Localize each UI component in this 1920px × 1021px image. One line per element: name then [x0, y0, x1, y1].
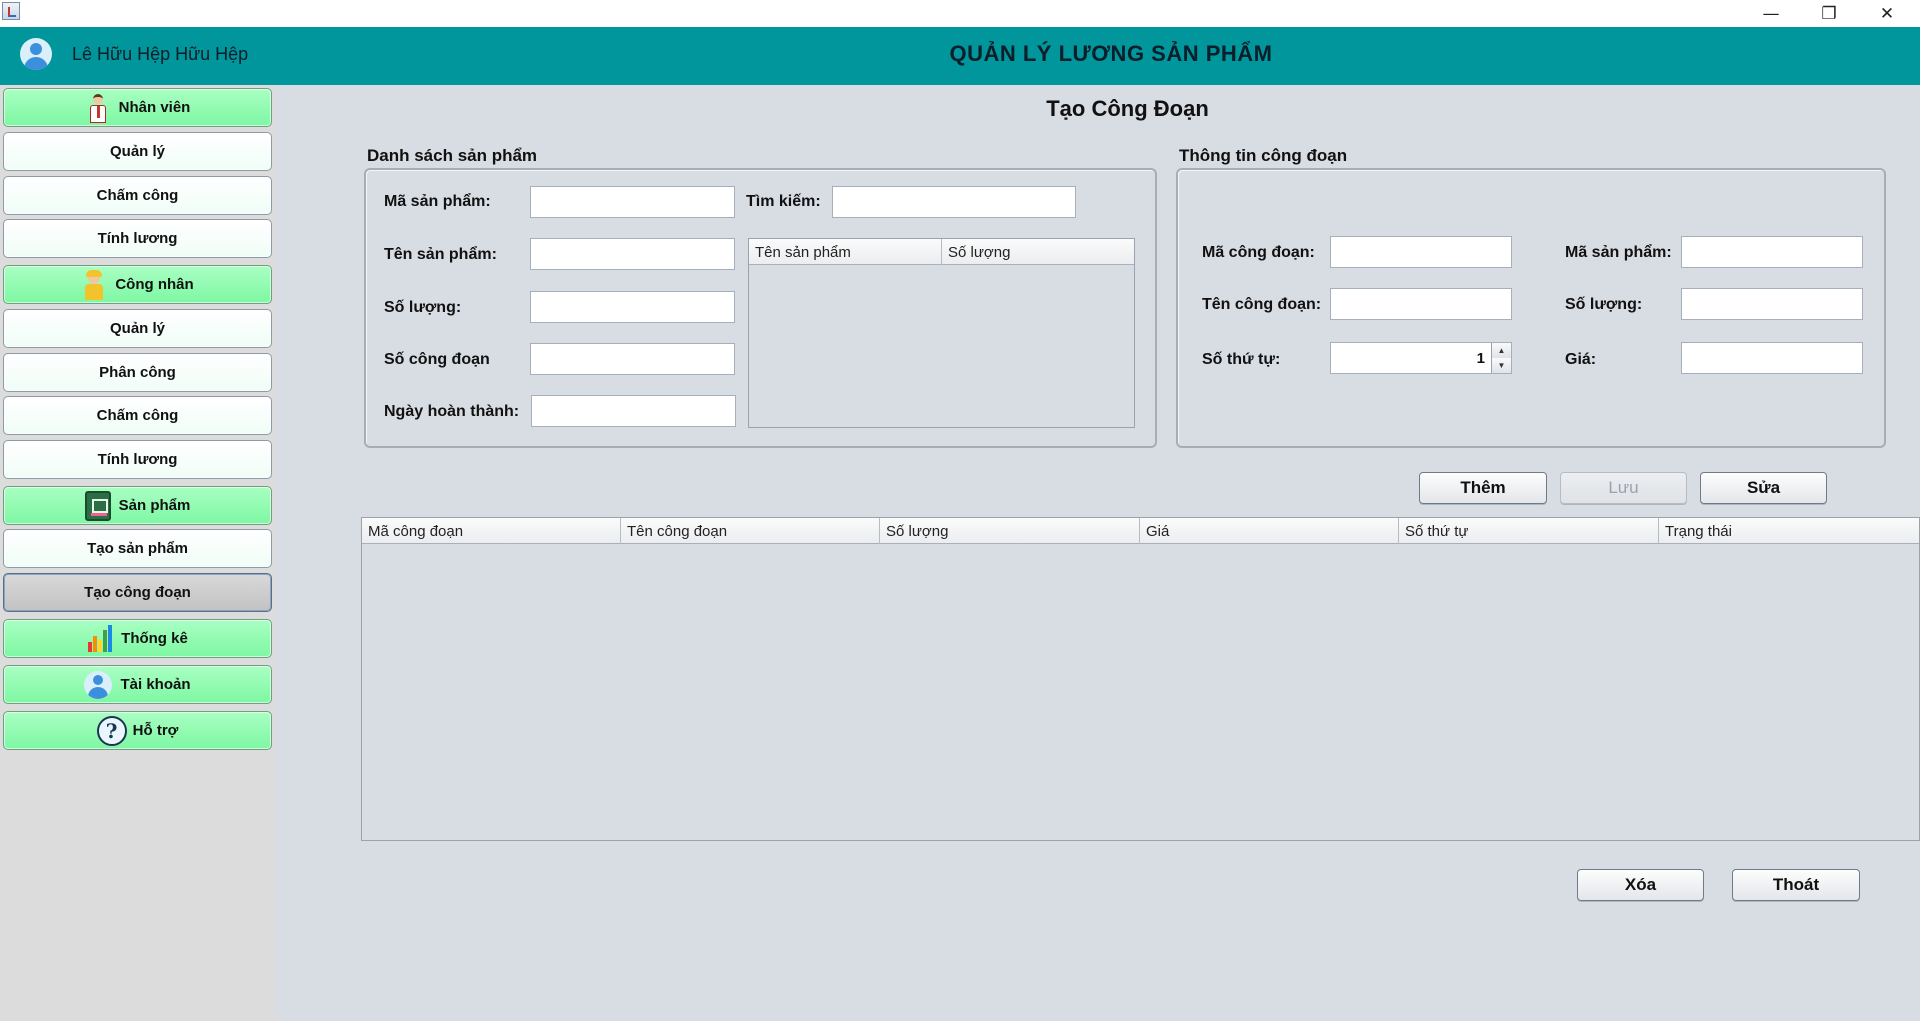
stage-count-label: Số công đoạn	[384, 351, 490, 368]
nav-label: Hỗ trợ	[132, 722, 179, 739]
page-title: Tạo Công Đoạn	[1046, 96, 1209, 121]
price-input[interactable]	[1681, 342, 1863, 374]
column-header[interactable]: Số lượng	[880, 518, 1140, 544]
order-value[interactable]: 1	[1477, 350, 1485, 367]
column-header[interactable]: Tên sản phẩm	[749, 239, 942, 265]
product-name-input[interactable]	[530, 238, 735, 270]
account-icon	[84, 670, 113, 699]
nav-employee-salary[interactable]: Tính lương	[3, 219, 272, 258]
stage-code-label: Mã công đoạn:	[1202, 244, 1315, 261]
column-header[interactable]: Trạng thái	[1659, 518, 1919, 544]
nav-label: Công nhân	[115, 276, 194, 293]
nav-label: Tính lương	[97, 451, 178, 468]
search-label: Tìm kiếm:	[746, 193, 821, 210]
price-label: Giá:	[1565, 351, 1597, 368]
order-label: Số thứ tự:	[1202, 351, 1281, 368]
stage-table-header: Mã công đoạn Tên công đoạn Số lượng Giá …	[362, 518, 1919, 544]
worker-icon	[81, 269, 107, 300]
product-name-label: Tên sản phẩm:	[384, 246, 497, 263]
stage-name-input[interactable]	[1330, 288, 1512, 320]
column-header[interactable]: Giá	[1140, 518, 1399, 544]
search-input[interactable]	[832, 186, 1076, 218]
quantity-input[interactable]	[530, 291, 735, 323]
nav-create-product[interactable]: Tạo sản phẩm	[3, 529, 272, 568]
bar-chart-icon	[87, 624, 113, 654]
help-icon: ?	[96, 715, 127, 746]
sidebar: Nhân viên Quản lý Chấm công Tính lương C…	[0, 85, 275, 1021]
column-header[interactable]: Mã công đoạn	[362, 518, 621, 544]
nav-label: Phân công	[99, 364, 176, 381]
nav-label: Tạo công đoạn	[84, 584, 191, 601]
edit-button[interactable]: Sửa	[1700, 472, 1827, 504]
nav-label: Quản lý	[109, 320, 165, 337]
delete-button[interactable]: Xóa	[1577, 869, 1704, 901]
stage-quantity-label: Số lượng:	[1565, 296, 1643, 313]
product-table[interactable]: Tên sản phẩm Số lượng	[748, 238, 1135, 428]
nav-employee-attendance[interactable]: Chấm công	[3, 176, 272, 215]
minimize-button[interactable]: —	[1742, 0, 1800, 27]
stage-product-code-input[interactable]	[1681, 236, 1863, 268]
product-code-input[interactable]	[530, 186, 735, 218]
spinner-down-icon[interactable]: ▼	[1491, 358, 1511, 373]
nav-label: Chấm công	[96, 407, 179, 424]
nav-account[interactable]: Tài khoản	[3, 665, 272, 704]
nav-label: Tạo sản phẩm	[87, 540, 188, 557]
add-button[interactable]: Thêm	[1419, 472, 1547, 504]
nav-worker-assign[interactable]: Phân công	[3, 353, 272, 392]
nav-statistics[interactable]: Thống kê	[3, 619, 272, 658]
nav-label: Quản lý	[109, 143, 165, 160]
nav-worker-salary[interactable]: Tính lương	[3, 440, 272, 479]
exit-button[interactable]: Thoát	[1732, 869, 1860, 901]
restore-button[interactable]: ❐	[1800, 0, 1858, 27]
product-icon	[84, 490, 111, 521]
app-title: QUẢN LÝ LƯƠNG SẢN PHẨM	[949, 41, 1273, 66]
stage-info-title: Thông tin công đoạn	[1179, 146, 1348, 165]
order-spinner[interactable]: 1 ▲ ▼	[1330, 342, 1512, 374]
nav-label: Tài khoản	[120, 676, 191, 693]
stage-product-code-label: Mã sản phẩm:	[1565, 244, 1672, 261]
spinner-up-icon[interactable]: ▲	[1491, 343, 1511, 358]
nav-label: Chấm công	[96, 187, 179, 204]
product-table-header: Tên sản phẩm Số lượng	[749, 239, 1134, 265]
stage-table[interactable]: Mã công đoạn Tên công đoạn Số lượng Giá …	[361, 517, 1920, 841]
close-button[interactable]: ✕	[1858, 0, 1916, 27]
stage-name-label: Tên công đoạn:	[1202, 296, 1322, 313]
nav-label: Thống kê	[121, 630, 188, 647]
java-app-icon	[2, 2, 20, 20]
completion-date-input[interactable]	[531, 395, 736, 427]
product-list-title: Danh sách sản phẩm	[367, 146, 538, 165]
column-header[interactable]: Số thứ tự	[1399, 518, 1659, 544]
column-header[interactable]: Số lượng	[942, 239, 1134, 265]
nav-label: Sản phẩm	[118, 497, 191, 514]
nav-create-stage[interactable]: Tạo công đoạn	[3, 573, 272, 612]
nav-worker-attendance[interactable]: Chấm công	[3, 396, 272, 435]
stage-code-input[interactable]	[1330, 236, 1512, 268]
column-header[interactable]: Tên công đoạn	[621, 518, 880, 544]
nav-employee-manage[interactable]: Quản lý	[3, 132, 272, 171]
product-code-label: Mã sản phẩm:	[384, 193, 491, 210]
nav-help[interactable]: ? Hỗ trợ	[3, 711, 272, 750]
window-titlebar: — ❐ ✕	[0, 0, 1920, 27]
nav-worker[interactable]: Công nhân	[3, 265, 272, 304]
app-header: Lê Hữu Hệp Hữu Hệp QUẢN LÝ LƯƠNG SẢN PHẨ…	[0, 27, 1920, 85]
nav-label: Tính lương	[97, 230, 178, 247]
stage-count-input[interactable]	[530, 343, 735, 375]
quantity-label: Số lượng:	[384, 299, 462, 316]
completion-date-label: Ngày hoàn thành:	[384, 403, 520, 420]
nav-product[interactable]: Sản phẩm	[3, 486, 272, 525]
nav-worker-manage[interactable]: Quản lý	[3, 309, 272, 348]
save-button[interactable]: Lưu	[1560, 472, 1687, 504]
stage-quantity-input[interactable]	[1681, 288, 1863, 320]
